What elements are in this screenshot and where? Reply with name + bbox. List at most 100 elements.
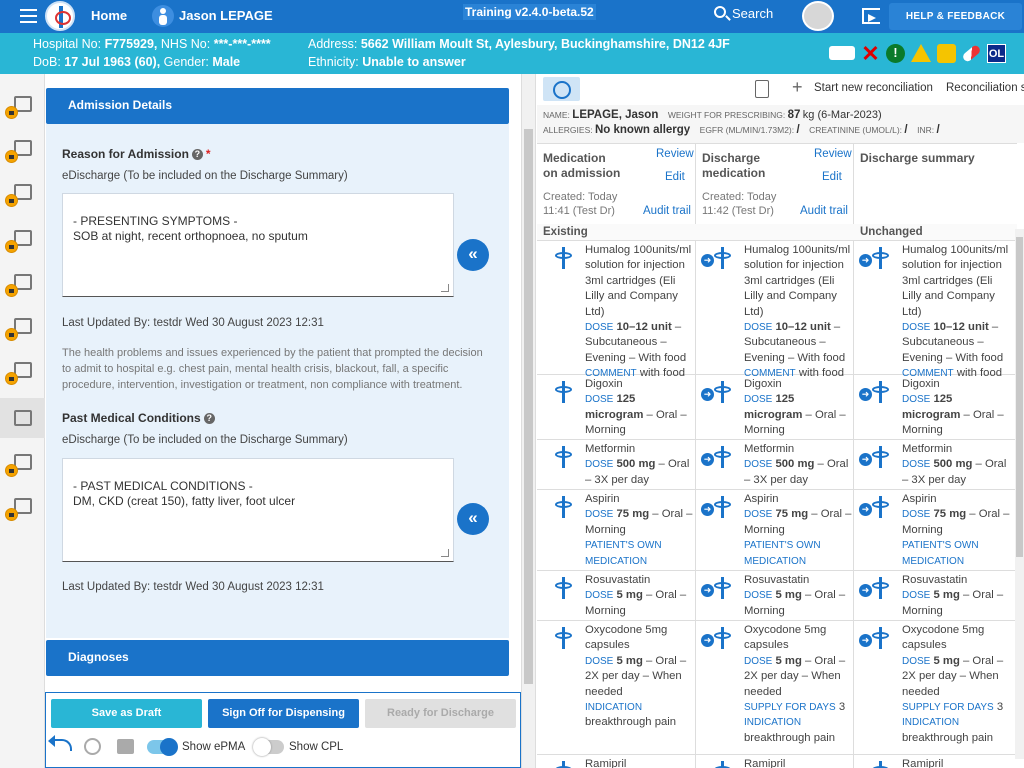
copy-to-discharge-button[interactable]: «: [457, 503, 489, 535]
audit-trail-link[interactable]: Audit trail: [800, 205, 848, 217]
medication-icon: [554, 446, 574, 472]
plus-icon[interactable]: +: [792, 77, 803, 98]
home-link[interactable]: Home: [91, 8, 127, 23]
medication-cell[interactable]: Humalog 100units/ml solution for injecti…: [537, 241, 696, 379]
sign-off-button[interactable]: Sign Off for Dispensing: [208, 699, 359, 728]
medication-icon: ➜: [859, 381, 891, 407]
medication-cell[interactable]: ➜ Oxycodone 5mg capsules DOSE 5 mg – Oral …: [696, 621, 854, 754]
bed-icon[interactable]: [829, 46, 855, 60]
warning-icon[interactable]: [911, 44, 931, 62]
arrow-icon: ➜: [701, 453, 714, 466]
start-reconciliation-button[interactable]: Start new reconciliation: [814, 82, 933, 94]
patient-banner: Hospital No: F775929, NHS No: ***-***-**…: [0, 33, 1024, 74]
nav-home-icon[interactable]: [0, 262, 45, 302]
patient-name[interactable]: Jason LEPAGE: [179, 8, 273, 23]
medication-cell[interactable]: Ramipril: [537, 755, 696, 768]
medication-row: Metformin DOSE 500 mg – Oral – 3X per day…: [537, 440, 1017, 490]
copy-to-discharge-button[interactable]: «: [457, 239, 489, 271]
help-feedback-button[interactable]: HELP & FEEDBACK: [889, 3, 1022, 30]
medication-dose: 75 mg: [775, 508, 809, 521]
flask-icon[interactable]: [937, 43, 956, 63]
medication-cell[interactable]: ➜ Humalog 100units/ml solution for inject…: [696, 241, 854, 379]
hamburger-menu-icon[interactable]: [20, 9, 37, 23]
nav-stethoscope-icon[interactable]: [0, 172, 45, 212]
reason-textarea[interactable]: - PRESENTING SYMPTOMS - SOB at night, re…: [62, 193, 454, 297]
print-icon[interactable]: [117, 739, 134, 754]
nav-list-icon[interactable]: [0, 84, 45, 124]
audit-trail-link[interactable]: Audit trail: [643, 205, 691, 217]
ready-for-discharge-button[interactable]: Ready for Discharge: [365, 699, 516, 728]
nav-discharge-icon[interactable]: [0, 398, 45, 438]
diagnoses-header[interactable]: Diagnoses: [46, 640, 509, 676]
close-icon[interactable]: ✕: [861, 42, 880, 64]
show-cpl-toggle[interactable]: [253, 738, 284, 756]
arrow-icon: ➜: [701, 254, 714, 267]
review-link[interactable]: Review: [656, 148, 694, 160]
medication-cell[interactable]: ➜ Oxycodone 5mg capsules DOSE 5 mg – Oral …: [854, 621, 1017, 754]
vertical-scrollbar[interactable]: [1015, 229, 1024, 759]
medication-cell[interactable]: Rosuvastatin DOSE 5 mg – Oral – Morning: [537, 571, 696, 620]
undo-icon[interactable]: [48, 735, 72, 751]
prescription-icon[interactable]: [755, 80, 769, 98]
left-nav-rail: [0, 74, 45, 768]
scrollbar-thumb[interactable]: [524, 129, 533, 684]
medication-cell[interactable]: ➜ Digoxin DOSE 125 microgram – Oral – Morn…: [854, 375, 1017, 439]
edit-link[interactable]: Edit: [665, 171, 685, 183]
medication-cell[interactable]: Digoxin DOSE 125 microgram – Oral – Morni…: [537, 375, 696, 439]
medication-cell[interactable]: ➜ Aspirin DOSE 75 mg – Oral – Morning PATIE…: [854, 490, 1017, 570]
medication-cell[interactable]: ➜ Ramipril: [854, 755, 1017, 768]
medication-icon: ➜: [701, 496, 733, 522]
search-button[interactable]: Search: [732, 6, 773, 21]
review-link[interactable]: Review: [814, 148, 852, 160]
medication-tab[interactable]: [543, 77, 580, 101]
nav-edit-icon[interactable]: [0, 306, 45, 346]
medication-cell[interactable]: ➜ Humalog 100units/ml solution for inject…: [854, 241, 1017, 379]
arrow-icon: ➜: [701, 584, 714, 597]
show-epma-toggle[interactable]: [147, 738, 178, 756]
medication-name: Rosuvastatin: [744, 574, 810, 586]
medication-name: Aspirin: [902, 493, 937, 505]
medication-cell[interactable]: ➜ Rosuvastatin DOSE 5 mg – Oral – Morning: [854, 571, 1017, 620]
app-logo[interactable]: [45, 1, 75, 31]
medication-cell[interactable]: ➜ Ramipril: [696, 755, 854, 768]
pill-icon[interactable]: [961, 43, 982, 63]
help-icon[interactable]: ?: [203, 413, 215, 424]
lock-icon: [5, 464, 18, 477]
scrollbar-thumb[interactable]: [1016, 237, 1023, 557]
nav-camera-icon[interactable]: [0, 218, 45, 258]
medication-dose: 5 mg: [775, 654, 802, 667]
medication-cell[interactable]: ➜ Metformin DOSE 500 mg – Oral – 3X per da…: [696, 440, 854, 489]
medication-cell[interactable]: ➜ Metformin DOSE 500 mg – Oral – 3X per da…: [854, 440, 1017, 489]
admission-details-header[interactable]: Admission Details: [46, 88, 509, 124]
save-draft-button[interactable]: Save as Draft: [51, 699, 202, 728]
edit-link[interactable]: Edit: [822, 171, 842, 183]
medication-name: Metformin: [744, 443, 795, 455]
ol-badge[interactable]: OL: [987, 43, 1006, 63]
medication-dose: 5 mg: [775, 589, 802, 602]
user-avatar[interactable]: [802, 1, 834, 31]
medication-name: Aspirin: [744, 493, 779, 505]
medication-cell[interactable]: Metformin DOSE 500 mg – Oral – 3X per day: [537, 440, 696, 489]
alert-icon[interactable]: !: [886, 43, 905, 63]
medication-cell[interactable]: ➜ Digoxin DOSE 125 microgram – Oral – Morn…: [696, 375, 854, 439]
medication-cell[interactable]: ➜ Aspirin DOSE 75 mg – Oral – Morning PATIE…: [696, 490, 854, 570]
nav-checklist-icon[interactable]: [0, 442, 45, 482]
medication-cell[interactable]: Aspirin DOSE 75 mg – Oral – Morning PATIEN…: [537, 490, 696, 570]
nav-clipboard-icon[interactable]: [0, 350, 45, 390]
medication-name: Ramipril: [744, 758, 786, 768]
search-icon[interactable]: [714, 6, 726, 18]
medication-icon: ➜: [859, 496, 891, 522]
history-icon[interactable]: [84, 738, 101, 755]
pmc-textarea[interactable]: - PAST MEDICAL CONDITIONS - DM, CKD (cre…: [62, 458, 454, 562]
nav-add-icon[interactable]: [0, 128, 45, 168]
medication-cell[interactable]: Oxycodone 5mg capsules DOSE 5 mg – Oral –…: [537, 621, 696, 754]
medication-cell[interactable]: ➜ Rosuvastatin DOSE 5 mg – Oral – Morning: [696, 571, 854, 620]
arrow-icon: ➜: [701, 388, 714, 401]
lock-icon: [5, 372, 18, 385]
panel-splitter[interactable]: [521, 74, 536, 768]
logout-icon[interactable]: [862, 8, 880, 24]
medication-icon: [554, 577, 574, 603]
medication-row: Oxycodone 5mg capsules DOSE 5 mg – Oral –…: [537, 621, 1017, 755]
help-icon[interactable]: ?: [191, 149, 203, 160]
nav-bed-icon[interactable]: [0, 486, 45, 526]
